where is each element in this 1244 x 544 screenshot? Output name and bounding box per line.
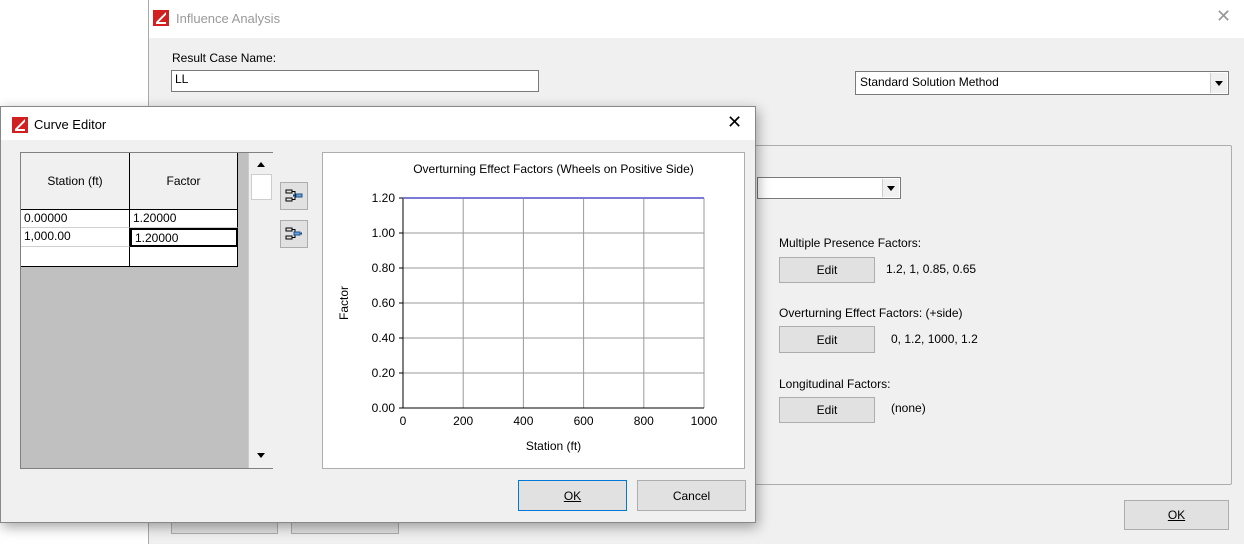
longitudinal-label: Longitudinal Factors: — [779, 377, 891, 391]
curve-editor-dialog: Curve Editor ✕ Station (ft) Factor 0.000… — [0, 106, 756, 523]
insert-row-icon — [285, 189, 303, 202]
x-axis-label: Station (ft) — [526, 439, 581, 453]
longitudinal-edit-button[interactable]: Edit — [779, 397, 875, 423]
longitudinal-value: (none) — [891, 401, 926, 415]
chart-panel: Overturning Effect Factors (Wheels on Po… — [322, 152, 745, 469]
x-tick-label: 600 — [574, 414, 594, 428]
scroll-down-arrow-icon[interactable] — [253, 448, 269, 462]
chevron-down-icon[interactable] — [1210, 73, 1227, 93]
curve-editor-titlebar: Curve Editor ✕ — [1, 107, 755, 140]
solution-method-value: Standard Solution Method — [860, 75, 999, 89]
panel-select[interactable] — [757, 177, 901, 199]
grid-cell-factor[interactable] — [130, 247, 238, 267]
app-logo-icon — [153, 10, 169, 26]
influence-ok-label: OK — [1167, 508, 1186, 522]
solution-method-select[interactable]: Standard Solution Method — [855, 71, 1229, 95]
curve-grid[interactable]: Station (ft) Factor 0.00000 1.20000 1,00… — [20, 152, 273, 469]
result-case-input[interactable]: LL — [171, 70, 539, 92]
influence-titlebar: Influence Analysis ✕ — [149, 0, 1244, 38]
close-icon[interactable]: ✕ — [1216, 6, 1231, 27]
y-axis-label: Factor — [337, 286, 351, 320]
grid-cell-station[interactable]: 1,000.00 — [21, 228, 130, 247]
curve-ok-label: OK — [563, 488, 582, 503]
x-tick-label: 200 — [453, 414, 473, 428]
grid-cell-station[interactable]: 0.00000 — [21, 210, 130, 228]
overturning-edit-button[interactable]: Edit — [779, 326, 875, 353]
insert-row-button[interactable] — [280, 182, 308, 210]
y-tick-label: 0.40 — [372, 331, 396, 345]
y-tick-label: 0.80 — [372, 261, 396, 275]
table-row[interactable]: 0.00000 1.20000 — [21, 210, 238, 228]
x-tick-label: 800 — [634, 414, 654, 428]
grid-cell-factor-selected[interactable]: 1.20000 — [130, 228, 238, 247]
append-row-icon — [285, 227, 302, 240]
multiple-presence-value: 1.2, 1, 0.85, 0.65 — [886, 262, 977, 276]
table-row[interactable]: 1,000.00 1.20000 — [21, 228, 238, 247]
grid-scrollbar[interactable] — [248, 153, 273, 468]
y-tick-label: 0.20 — [372, 366, 396, 380]
chevron-down-icon[interactable] — [882, 179, 899, 197]
y-tick-label: 0.60 — [372, 296, 396, 310]
multiple-presence-label: Multiple Presence Factors: — [779, 236, 922, 250]
overturning-label: Overturning Effect Factors: (+side) — [779, 306, 963, 320]
grid-cell-factor[interactable]: 1.20000 — [130, 210, 238, 228]
app-logo-icon — [12, 117, 28, 133]
x-tick-label: 0 — [400, 414, 407, 428]
multiple-presence-edit-button[interactable]: Edit — [779, 257, 875, 283]
scroll-up-arrow-icon[interactable] — [253, 157, 269, 171]
append-row-button[interactable] — [280, 220, 308, 248]
close-icon[interactable]: ✕ — [727, 112, 742, 133]
grid-header-station[interactable]: Station (ft) — [21, 153, 130, 210]
chart-title: Overturning Effect Factors (Wheels on Po… — [413, 162, 694, 176]
y-tick-label: 1.00 — [372, 226, 396, 240]
curve-cancel-button[interactable]: Cancel — [637, 480, 746, 511]
curve-editor-title: Curve Editor — [34, 117, 107, 132]
factor-chart: Overturning Effect Factors (Wheels on Po… — [337, 162, 718, 453]
grid-cell-station[interactable] — [21, 247, 130, 267]
influence-title: Influence Analysis — [176, 11, 281, 26]
grid-header-factor[interactable]: Factor — [130, 153, 238, 210]
curve-cancel-label: Cancel — [672, 488, 711, 503]
y-tick-label: 1.20 — [372, 191, 396, 205]
x-tick-label: 1000 — [691, 414, 718, 428]
overturning-value: 0, 1.2, 1000, 1.2 — [891, 332, 978, 346]
result-case-label: Result Case Name: — [172, 51, 277, 65]
x-tick-label: 400 — [513, 414, 533, 428]
curve-ok-button[interactable]: OK — [518, 480, 627, 511]
influence-ok-button[interactable]: OK — [1124, 500, 1229, 530]
table-row-empty[interactable] — [21, 247, 238, 267]
scroll-thumb[interactable] — [251, 174, 272, 200]
y-tick-label: 0.00 — [372, 401, 396, 415]
